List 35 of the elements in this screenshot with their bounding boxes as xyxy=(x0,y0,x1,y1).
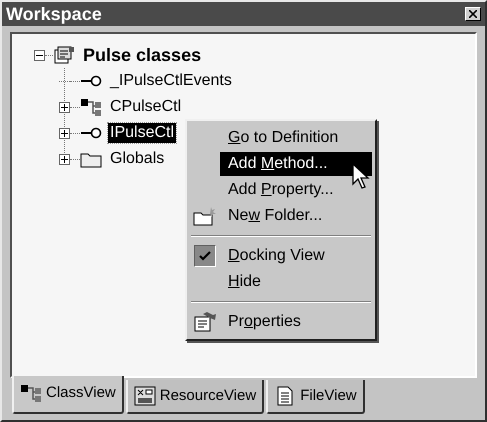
menu-item[interactable]: Properties xyxy=(220,310,372,334)
view-tab[interactable]: ClassView xyxy=(12,376,124,414)
plus-icon xyxy=(61,130,68,136)
tree-item[interactable]: Pulse classes xyxy=(81,45,204,65)
lollipop-icon xyxy=(80,74,102,88)
lollipop-icon xyxy=(80,126,102,140)
checkmark-icon xyxy=(199,251,211,261)
collapse-button[interactable] xyxy=(34,50,45,60)
expand-button[interactable] xyxy=(59,128,70,138)
close-icon xyxy=(469,10,477,18)
tree-item[interactable]: Globals xyxy=(108,149,166,169)
menu-item[interactable]: Docking View xyxy=(220,244,372,268)
tree-item[interactable]: IPulseCtl xyxy=(108,123,176,143)
plus-icon xyxy=(61,156,68,162)
class-group-icon xyxy=(53,45,75,65)
properties-icon xyxy=(193,311,217,333)
menu-item[interactable]: Hide xyxy=(220,270,372,294)
view-tab[interactable]: FileView xyxy=(266,380,365,414)
expand-button[interactable] xyxy=(59,102,70,112)
menu-item[interactable]: Add Method... xyxy=(220,152,372,176)
class-icon xyxy=(80,97,102,117)
resource-icon xyxy=(134,386,156,406)
expand-button[interactable] xyxy=(59,154,70,164)
view-tab[interactable]: ResourceView xyxy=(126,380,264,414)
menu-item[interactable]: New Folder... xyxy=(220,204,372,228)
tree-item[interactable]: _IPulseCtlEvents xyxy=(108,71,234,91)
menu-item[interactable]: Add Property... xyxy=(220,178,372,202)
menu-item[interactable]: Go to Definition xyxy=(220,126,372,150)
window-title: Workspace xyxy=(6,5,102,23)
tree-item[interactable]: CPulseCtl xyxy=(108,97,184,117)
new-folder-icon xyxy=(193,206,217,226)
pointer-icon xyxy=(352,163,370,189)
close-button[interactable] xyxy=(465,7,481,21)
plus-icon xyxy=(61,104,68,110)
class-icon xyxy=(20,383,42,403)
